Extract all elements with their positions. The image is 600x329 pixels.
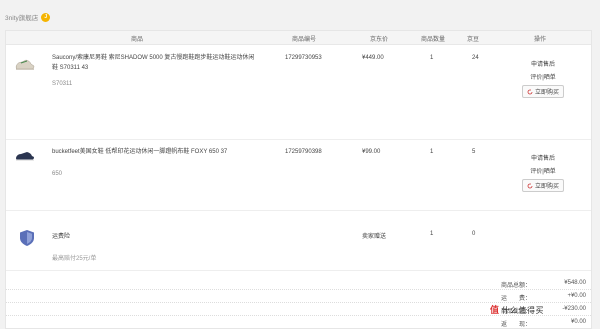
canvas-shoe-image-icon — [16, 152, 34, 161]
summary-value: ¥0.00 — [570, 319, 586, 325]
sneaker-image-icon — [15, 59, 35, 70]
summary-label: 返 现： — [501, 322, 532, 328]
apply-after-sale-link[interactable]: 申请售后 — [531, 59, 555, 68]
summary-value: -¥230.00 — [562, 306, 586, 312]
item-actions: 申请售后 评价|晒单 立即购买 — [518, 153, 568, 192]
summary-value: ¥548.00 — [564, 280, 586, 286]
product-name-link[interactable]: Saucony/索康尼男鞋 索尼SHADOW 5000 复古慢跑鞋跑步鞋运动鞋运… — [52, 53, 257, 73]
product-beans: 5 — [472, 149, 476, 155]
watermark-mark: 值 — [490, 305, 500, 315]
shield-icon — [20, 230, 34, 246]
product-name-link[interactable]: bucketfeet美国女鞋 低帮印花运动休闲一脚蹬帆布鞋 FOXY 650 3… — [52, 147, 257, 157]
buy-now-button[interactable]: 立即购买 — [521, 85, 564, 98]
product-beans: 24 — [472, 55, 479, 61]
order-items-panel: 商品 商品编号 京东价 商品数量 京豆 操作 Saucony/索康尼男鞋 索尼S… — [5, 30, 592, 329]
product-id: 17299730953 — [285, 55, 322, 61]
insurance-price: 卖家赠送 — [362, 234, 387, 240]
review-link[interactable]: 评价|晒单 — [530, 166, 556, 175]
refresh-icon — [527, 89, 533, 94]
watermark-text: 什么值得买 — [501, 306, 545, 315]
insurance-thumbnail — [14, 225, 40, 251]
product-qty: 1 — [430, 55, 434, 61]
summary-row: 商品总额： ¥548.00 — [6, 277, 591, 290]
insurance-name: 运费险 — [52, 234, 71, 240]
buy-now-label: 立即购买 — [534, 90, 559, 96]
buy-now-button[interactable]: 立即购买 — [521, 179, 564, 192]
product-price: ¥449.00 — [362, 55, 384, 61]
summary-value: +¥0.00 — [567, 293, 586, 299]
product-id: 17259790398 — [285, 149, 322, 155]
shop-name[interactable]: 3nity旗舰店 — [5, 12, 38, 22]
shop-chat-icon[interactable]: J — [41, 12, 51, 22]
product-sku: S70311 — [52, 81, 73, 87]
col-price: 京东价 — [370, 37, 389, 43]
col-ops: 操作 — [534, 37, 547, 43]
shipping-insurance-row: 运费险 最高赔付25元/单 卖家赠送 1 0 — [6, 210, 591, 271]
col-qty: 商品数量 — [421, 37, 446, 43]
product-thumbnail[interactable] — [14, 53, 36, 75]
product-price: ¥99.00 — [362, 149, 381, 155]
summary-label: 运 费： — [501, 296, 532, 302]
product-sku: 650 — [52, 171, 63, 177]
insurance-qty: 1 — [430, 231, 434, 237]
product-thumbnail[interactable] — [14, 145, 36, 167]
order-item-row: bucketfeet美国女鞋 低帮印花运动休闲一脚蹬帆布鞋 FOXY 650 3… — [6, 139, 591, 211]
table-header: 商品 商品编号 京东价 商品数量 京豆 操作 — [6, 31, 591, 45]
site-watermark-logo: 值什么值得买 — [490, 303, 544, 316]
shop-header: 3nity旗舰店 J — [5, 12, 51, 22]
insurance-beans: 0 — [472, 231, 476, 237]
col-beans: 京豆 — [467, 37, 480, 43]
summary-label: 商品总额： — [501, 283, 532, 289]
order-item-row: Saucony/索康尼男鞋 索尼SHADOW 5000 复古慢跑鞋跑步鞋运动鞋运… — [6, 45, 591, 140]
review-link[interactable]: 评价|晒单 — [530, 72, 556, 81]
insurance-note: 最高赔付25元/单 — [52, 256, 97, 262]
apply-after-sale-link[interactable]: 申请售后 — [531, 153, 555, 162]
buy-now-label: 立即购买 — [534, 184, 559, 190]
col-product: 商品 — [131, 37, 144, 43]
refresh-icon — [527, 183, 533, 188]
item-actions: 申请售后 评价|晒单 立即购买 — [518, 59, 568, 98]
product-qty: 1 — [430, 149, 434, 155]
col-id: 商品编号 — [292, 37, 317, 43]
summary-row: 运 费： +¥0.00 — [6, 290, 591, 303]
summary-row: 返 现： ¥0.00 — [6, 316, 591, 328]
